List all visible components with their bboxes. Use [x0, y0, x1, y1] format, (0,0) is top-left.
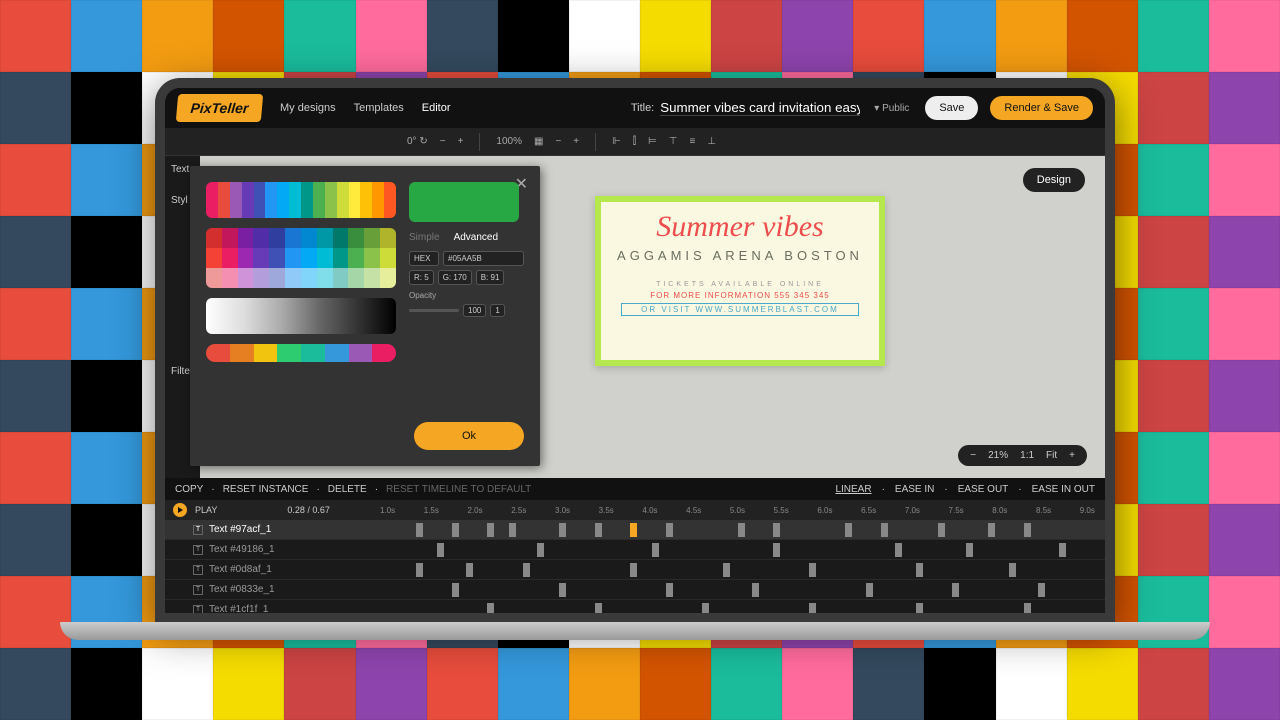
title-area: Title: ▾ Public Save Render & Save [631, 96, 1093, 120]
zoom-pct[interactable]: 21% [988, 450, 1008, 461]
ok-button[interactable]: Ok [414, 422, 524, 450]
zoom-minus[interactable]: − [970, 450, 976, 461]
align-top-icon[interactable]: ⊤ [669, 136, 678, 147]
color-picker-dialog: ✕ Simple Advanced HEX #05AA5B R: 5 G: 17… [190, 166, 540, 466]
timeline-header: COPY· RESET INSTANCE· DELETE· RESET TIME… [165, 478, 1105, 500]
align-right-icon[interactable]: ⊨ [648, 136, 657, 147]
card-tickets: TICKETS AVAILABLE ONLINE [601, 281, 879, 288]
opacity-slider[interactable] [409, 309, 459, 312]
play-label: PLAY [195, 505, 217, 515]
laptop-base [60, 622, 1210, 640]
ease-inout[interactable]: EASE IN OUT [1032, 484, 1095, 495]
tl-copy[interactable]: COPY [175, 484, 203, 495]
hex-input[interactable]: #05AA5B [443, 251, 524, 266]
save-button[interactable]: Save [925, 96, 978, 120]
design-card[interactable]: Summer vibes AGGAMIS ARENA BOSTON TICKET… [595, 196, 885, 366]
track-row[interactable]: TText #0833e_1 [165, 580, 1105, 600]
track-row[interactable]: TText #49186_1 [165, 540, 1105, 560]
zoom-value[interactable]: 100% [496, 136, 522, 147]
timeline-tracks: TText #97acf_1TText #49186_1TText #0d8af… [165, 520, 1105, 613]
dec-icon[interactable]: − [440, 136, 446, 147]
toolbar: 0° ↻ − + 100% ▦ − + ⊩ ⫿ ⊨ ⊤ ≡ ⊥ [165, 128, 1105, 156]
inc-icon[interactable]: + [458, 136, 464, 147]
palette-grayscale[interactable] [206, 298, 396, 334]
nav-mydesigns[interactable]: My designs [280, 102, 336, 114]
nav-templates[interactable]: Templates [354, 102, 404, 114]
current-color-swatch [409, 182, 519, 222]
ease-linear[interactable]: LINEAR [835, 484, 871, 495]
nav-editor[interactable]: Editor [422, 102, 451, 114]
tl-reset-default[interactable]: RESET TIMELINE TO DEFAULT [386, 484, 531, 495]
track-row[interactable]: TText #97acf_1 [165, 520, 1105, 540]
card-info: FOR MORE INFORMATION 555 345 345 [601, 291, 879, 300]
align-left-icon[interactable]: ⊩ [612, 136, 621, 147]
palette-rainbow[interactable] [206, 344, 396, 362]
b-input[interactable]: B: 91 [476, 270, 505, 285]
logo: PixTeller [176, 94, 263, 122]
palette-gradient[interactable] [206, 182, 396, 218]
align-center-icon[interactable]: ⫿ [633, 136, 636, 147]
align-bottom-icon[interactable]: ⊥ [707, 136, 716, 147]
zoom-control: − 21% 1:1 Fit + [958, 445, 1087, 466]
design-button[interactable]: Design [1023, 168, 1085, 192]
title-label: Title: [631, 102, 654, 114]
time-display: 0.28 / 0.67 [287, 505, 330, 515]
ease-out[interactable]: EASE OUT [958, 484, 1009, 495]
r-input[interactable]: R: 5 [409, 270, 434, 285]
card-title: Summer vibes [601, 210, 879, 244]
laptop-frame: PixTeller My designs Templates Editor Ti… [155, 78, 1115, 623]
track-row[interactable]: TText #1cf1f_1 [165, 600, 1105, 613]
zoom-out-icon[interactable]: − [555, 136, 561, 147]
tl-reset[interactable]: RESET INSTANCE [223, 484, 309, 495]
zoom-in-icon[interactable]: + [573, 136, 579, 147]
visibility-dropdown[interactable]: ▾ Public [874, 103, 909, 114]
tl-delete[interactable]: DELETE [328, 484, 367, 495]
zoom-plus[interactable]: + [1069, 450, 1075, 461]
tab-simple[interactable]: Simple [409, 232, 440, 243]
hex-label: HEX [409, 251, 439, 266]
track-row[interactable]: TText #0d8af_1 [165, 560, 1105, 580]
opacity-value[interactable]: 100 [463, 304, 486, 317]
playbar: PLAY 0.28 / 0.67 1.0s1.5s2.0s2.5s3.0s3.5… [165, 500, 1105, 520]
rotate-icon[interactable]: 0° ↻ [407, 136, 428, 147]
opacity-step[interactable]: 1 [490, 304, 504, 317]
align-middle-icon[interactable]: ≡ [689, 136, 695, 147]
play-icon[interactable] [173, 503, 187, 517]
opacity-label: Opacity [409, 291, 524, 300]
zoom-11[interactable]: 1:1 [1020, 450, 1034, 461]
ease-in[interactable]: EASE IN [895, 484, 934, 495]
card-link[interactable]: OR VISIT WWW.SUMMERBLAST.COM [621, 303, 859, 316]
title-input[interactable] [660, 100, 860, 116]
palette-swatches[interactable] [206, 228, 396, 288]
render-button[interactable]: Render & Save [990, 96, 1093, 120]
grid-icon[interactable]: ▦ [534, 136, 543, 147]
card-subtitle: AGGAMIS ARENA BOSTON [601, 248, 879, 263]
zoom-fit[interactable]: Fit [1046, 450, 1057, 461]
tab-advanced[interactable]: Advanced [454, 232, 498, 243]
topbar: PixTeller My designs Templates Editor Ti… [165, 88, 1105, 128]
app-screen: PixTeller My designs Templates Editor Ti… [165, 88, 1105, 613]
time-marks: 1.0s1.5s2.0s2.5s3.0s3.5s4.0s4.5s5.0s5.5s… [380, 500, 1095, 520]
g-input[interactable]: G: 170 [438, 270, 472, 285]
